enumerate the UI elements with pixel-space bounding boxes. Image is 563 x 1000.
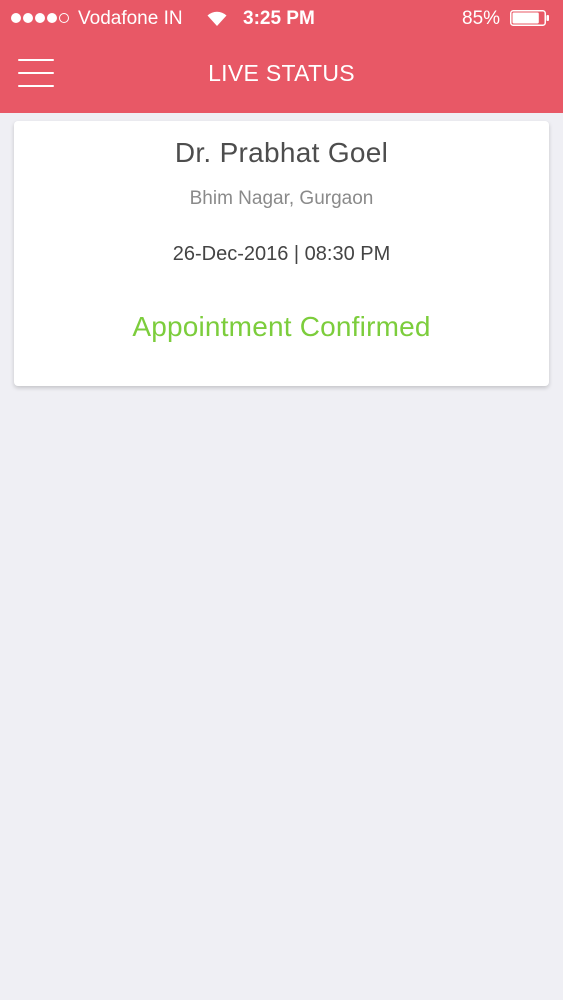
status-time: 3:25 PM [243, 8, 315, 29]
status-bar: Vodafone IN 3:25 PM 85% [0, 0, 563, 38]
battery-icon [510, 10, 549, 26]
appointment-card[interactable]: Dr. Prabhat Goel Bhim Nagar, Gurgaon 26-… [14, 121, 549, 386]
page-title: LIVE STATUS [208, 60, 355, 86]
doctor-name: Dr. Prabhat Goel [174, 137, 389, 168]
battery-percent: 85% [462, 8, 501, 29]
signal-dots-icon [11, 13, 69, 25]
wifi-icon [207, 11, 227, 26]
appointment-datetime: 26-Dec-2016 | 08:30 PM [172, 243, 391, 265]
appointment-status: Appointment Confirmed [132, 311, 431, 342]
carrier-name: Vodafone IN [78, 8, 183, 29]
app-header: Vodafone IN 3:25 PM 85% LIVE STATUS [0, 0, 563, 113]
clinic-location: Bhim Nagar, Gurgaon [189, 188, 374, 209]
